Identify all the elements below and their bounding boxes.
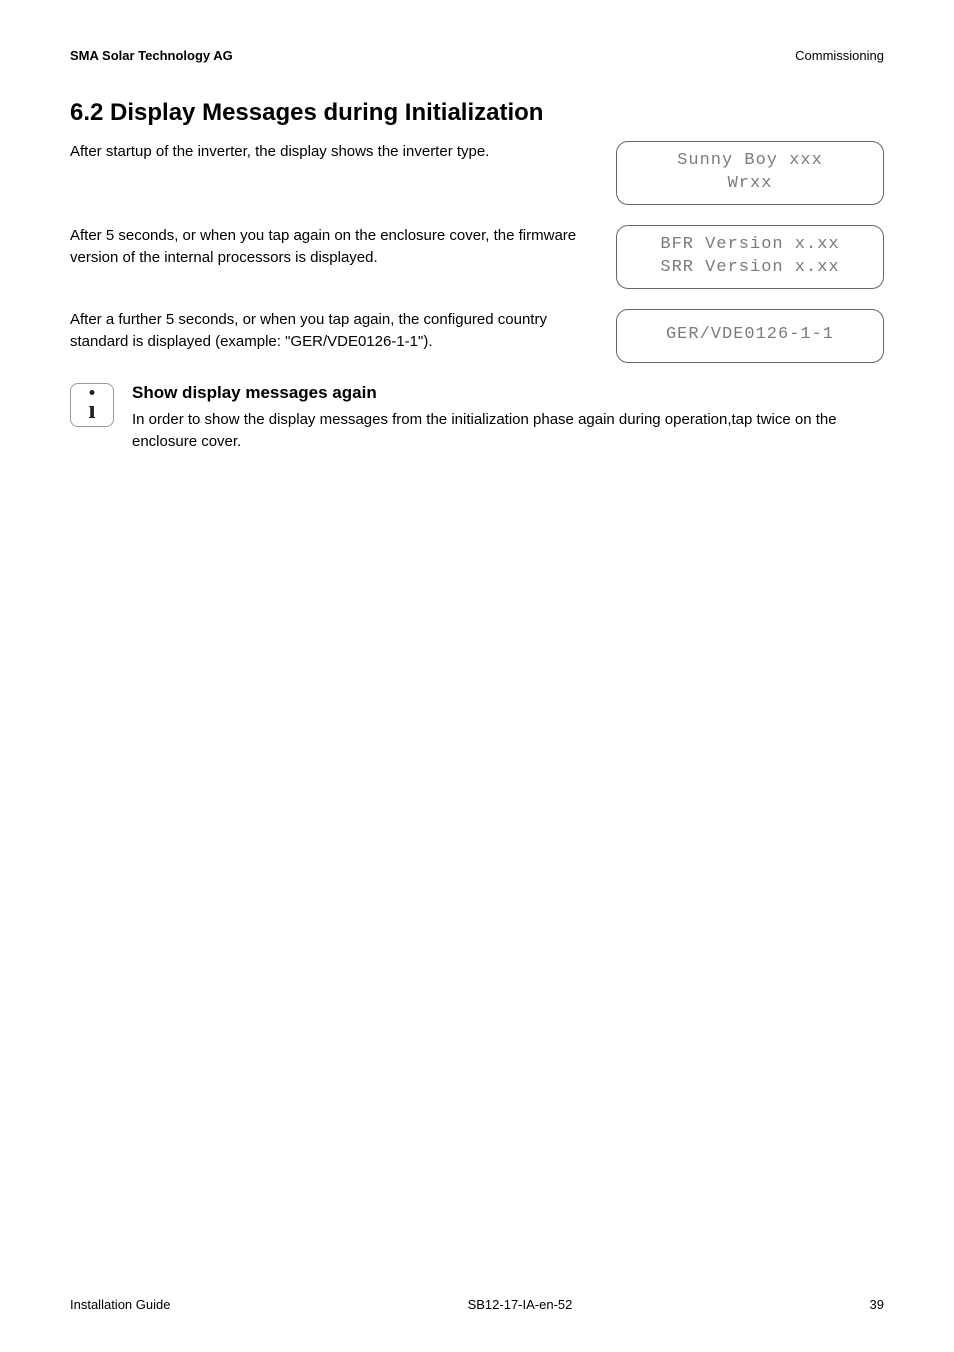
- info-icon-stem: ı: [88, 397, 95, 423]
- content-area: After startup of the inverter, the displ…: [70, 141, 884, 452]
- header-right: Commissioning: [795, 48, 884, 63]
- paragraph-3: After a further 5 seconds, or when you t…: [70, 309, 596, 353]
- info-content: Show display messages again In order to …: [132, 383, 884, 453]
- info-icon: ı: [70, 383, 114, 427]
- header-left: SMA Solar Technology AG: [70, 48, 233, 63]
- paragraph-1: After startup of the inverter, the displ…: [70, 141, 596, 163]
- info-heading: Show display messages again: [132, 383, 884, 403]
- section-title: 6.2 Display Messages during Initializati…: [70, 99, 884, 127]
- page-footer: Installation Guide SB12-17-IA-en-52 39: [70, 1297, 884, 1312]
- row-2: After 5 seconds, or when you tap again o…: [70, 225, 884, 289]
- footer-center: SB12-17-IA-en-52: [468, 1297, 573, 1312]
- info-icon-dot: [90, 390, 95, 395]
- lcd-display-1: Sunny Boy xxx Wrxx: [616, 141, 884, 205]
- lcd-display-3: GER/VDE0126-1-1: [616, 309, 884, 363]
- info-block: ı Show display messages again In order t…: [70, 383, 884, 453]
- page-header: SMA Solar Technology AG Commissioning: [70, 48, 884, 63]
- lcd-1-line-2: Wrxx: [728, 173, 773, 196]
- row-3: After a further 5 seconds, or when you t…: [70, 309, 884, 363]
- info-body: In order to show the display messages fr…: [132, 409, 884, 453]
- row-1: After startup of the inverter, the displ…: [70, 141, 884, 205]
- lcd-3-line-1: GER/VDE0126-1-1: [666, 324, 834, 347]
- footer-left: Installation Guide: [70, 1297, 170, 1312]
- lcd-2-line-2: SRR Version x.xx: [660, 257, 839, 280]
- lcd-2-line-1: BFR Version x.xx: [660, 234, 839, 257]
- lcd-display-2: BFR Version x.xx SRR Version x.xx: [616, 225, 884, 289]
- footer-right: 39: [870, 1297, 884, 1312]
- paragraph-2: After 5 seconds, or when you tap again o…: [70, 225, 596, 269]
- lcd-1-line-1: Sunny Boy xxx: [677, 150, 823, 173]
